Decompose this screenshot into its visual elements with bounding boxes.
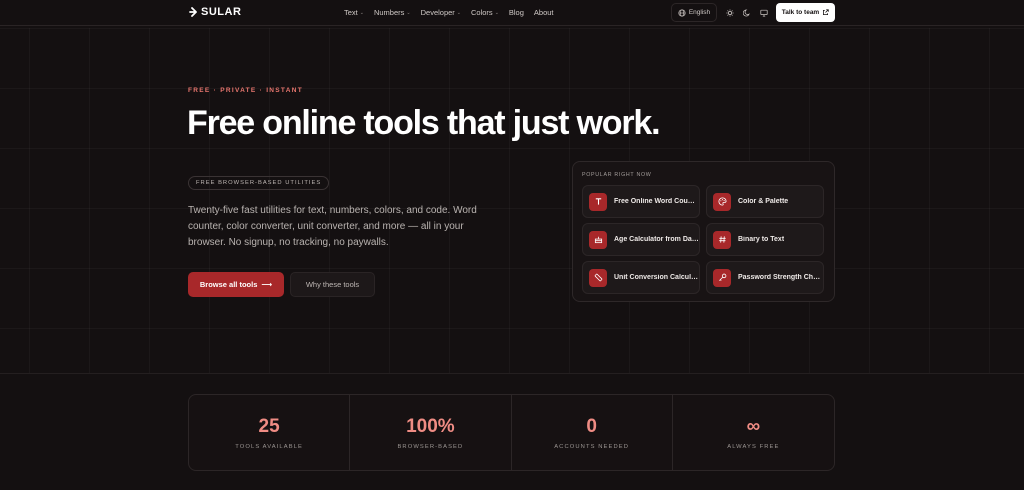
section-divider — [0, 373, 1024, 374]
stats-panel: 25 TOOLS AVAILABLE 100% BROWSER-BASED 0 … — [188, 394, 835, 471]
theme-system-button[interactable] — [757, 6, 771, 20]
tool-label: Password Strength Checker — [738, 274, 823, 281]
hero-title: Free online tools that just work. — [187, 104, 661, 142]
browse-all-tools-button[interactable]: Browse all tools ⟶ — [188, 272, 284, 297]
theme-light-button[interactable] — [723, 6, 737, 20]
chevron-down-icon: ⌄ — [456, 9, 461, 16]
tool-label: Unit Conversion Calculator — [614, 274, 699, 281]
nav-links: Text ⌄ Numbers ⌄ Developer ⌄ Colors ⌄ Bl… — [344, 8, 554, 17]
stat-value: ∞ — [746, 415, 761, 437]
tool-label: Color & Palette — [738, 198, 789, 205]
nav-item-label: Developer — [420, 8, 455, 17]
top-nav: SULAR Text ⌄ Numbers ⌄ Developer ⌄ Color… — [0, 0, 1024, 26]
external-link-icon — [823, 9, 829, 15]
language-label: English — [688, 9, 711, 16]
logo-chevron-icon — [189, 7, 197, 17]
popular-tools-panel: POPULAR RIGHT NOW Free Online Word Count… — [572, 161, 835, 302]
tool-card[interactable]: Unit Conversion Calculator — [582, 261, 700, 294]
stat-item: 0 ACCOUNTS NEEDED — [512, 395, 673, 470]
text-icon — [589, 192, 607, 211]
talk-to-team-label: Talk to team — [781, 9, 820, 16]
nav-item-label: Blog — [508, 8, 524, 17]
brand-logo[interactable]: SULAR — [189, 6, 241, 18]
stat-label: TOOLS AVAILABLE — [235, 443, 303, 450]
monitor-icon — [760, 9, 768, 17]
stat-item: 100% BROWSER-BASED — [350, 395, 512, 470]
tool-card[interactable]: Age Calculator from Date of Birth — [582, 223, 700, 256]
sun-icon — [726, 8, 734, 17]
nav-item-text[interactable]: Text ⌄ — [344, 8, 364, 17]
nav-item-label: Numbers — [373, 8, 405, 17]
stat-label: BROWSER-BASED — [397, 443, 464, 450]
cake-icon — [589, 230, 607, 249]
theme-switcher — [722, 3, 772, 22]
stat-label: ACCOUNTS NEEDED — [554, 443, 630, 450]
stat-value: 25 — [258, 415, 280, 437]
tool-card[interactable]: Free Online Word Counter — [582, 185, 700, 218]
tool-card[interactable]: Binary to Text — [706, 223, 824, 256]
theme-dark-button[interactable] — [740, 6, 754, 20]
chevron-down-icon: ⌄ — [359, 9, 364, 16]
tool-label: Free Online Word Counter — [614, 198, 699, 205]
nav-item-label: About — [533, 8, 554, 17]
stat-value: 100% — [406, 415, 455, 437]
stat-item: 25 TOOLS AVAILABLE — [189, 395, 351, 470]
tool-label: Age Calculator from Date of Birth — [614, 236, 699, 243]
arrow-right-icon: ⟶ — [261, 280, 273, 289]
key-icon — [713, 268, 731, 287]
nav-item-colors[interactable]: Colors ⌄ — [471, 8, 499, 17]
nav-item-about[interactable]: About — [534, 8, 554, 17]
hero-description: Twenty-five fast utilities for text, num… — [188, 205, 477, 248]
nav-item-label: Colors — [471, 8, 493, 17]
hero-eyebrow: FREE · PRIVATE · INSTANT — [188, 87, 303, 94]
hero-badge: FREE BROWSER-BASED UTILITIES — [188, 176, 330, 190]
popular-title: POPULAR RIGHT NOW — [582, 172, 652, 178]
stat-value: 0 — [586, 415, 597, 437]
stat-item: ∞ ALWAYS FREE — [673, 395, 834, 470]
chevron-down-icon: ⌄ — [406, 9, 411, 16]
globe-icon — [678, 8, 686, 17]
tool-label: Binary to Text — [738, 236, 785, 243]
palette-icon — [713, 192, 731, 211]
nav-item-developer[interactable]: Developer ⌄ — [421, 8, 461, 17]
browse-all-tools-label: Browse all tools — [199, 280, 258, 289]
chevron-down-icon: ⌄ — [494, 9, 499, 16]
moon-icon — [742, 9, 750, 16]
nav-item-numbers[interactable]: Numbers ⌄ — [374, 8, 411, 17]
why-these-tools-label: Why these tools — [305, 280, 360, 289]
nav-item-label: Text — [344, 8, 358, 17]
talk-to-team-button[interactable]: Talk to team — [776, 3, 835, 22]
hash-icon — [713, 230, 731, 249]
stat-label: ALWAYS FREE — [727, 443, 780, 450]
brand-name: SULAR — [201, 6, 242, 18]
grid-background — [0, 28, 1024, 374]
nav-item-blog[interactable]: Blog — [509, 8, 524, 17]
why-these-tools-button[interactable]: Why these tools — [290, 272, 375, 297]
tool-card[interactable]: Password Strength Checker — [706, 261, 824, 294]
ruler-icon — [589, 268, 607, 287]
tool-card[interactable]: Color & Palette — [706, 185, 824, 218]
language-selector[interactable]: English — [671, 3, 717, 22]
popular-tools-grid: Free Online Word Counter Color & Palette… — [582, 185, 824, 294]
